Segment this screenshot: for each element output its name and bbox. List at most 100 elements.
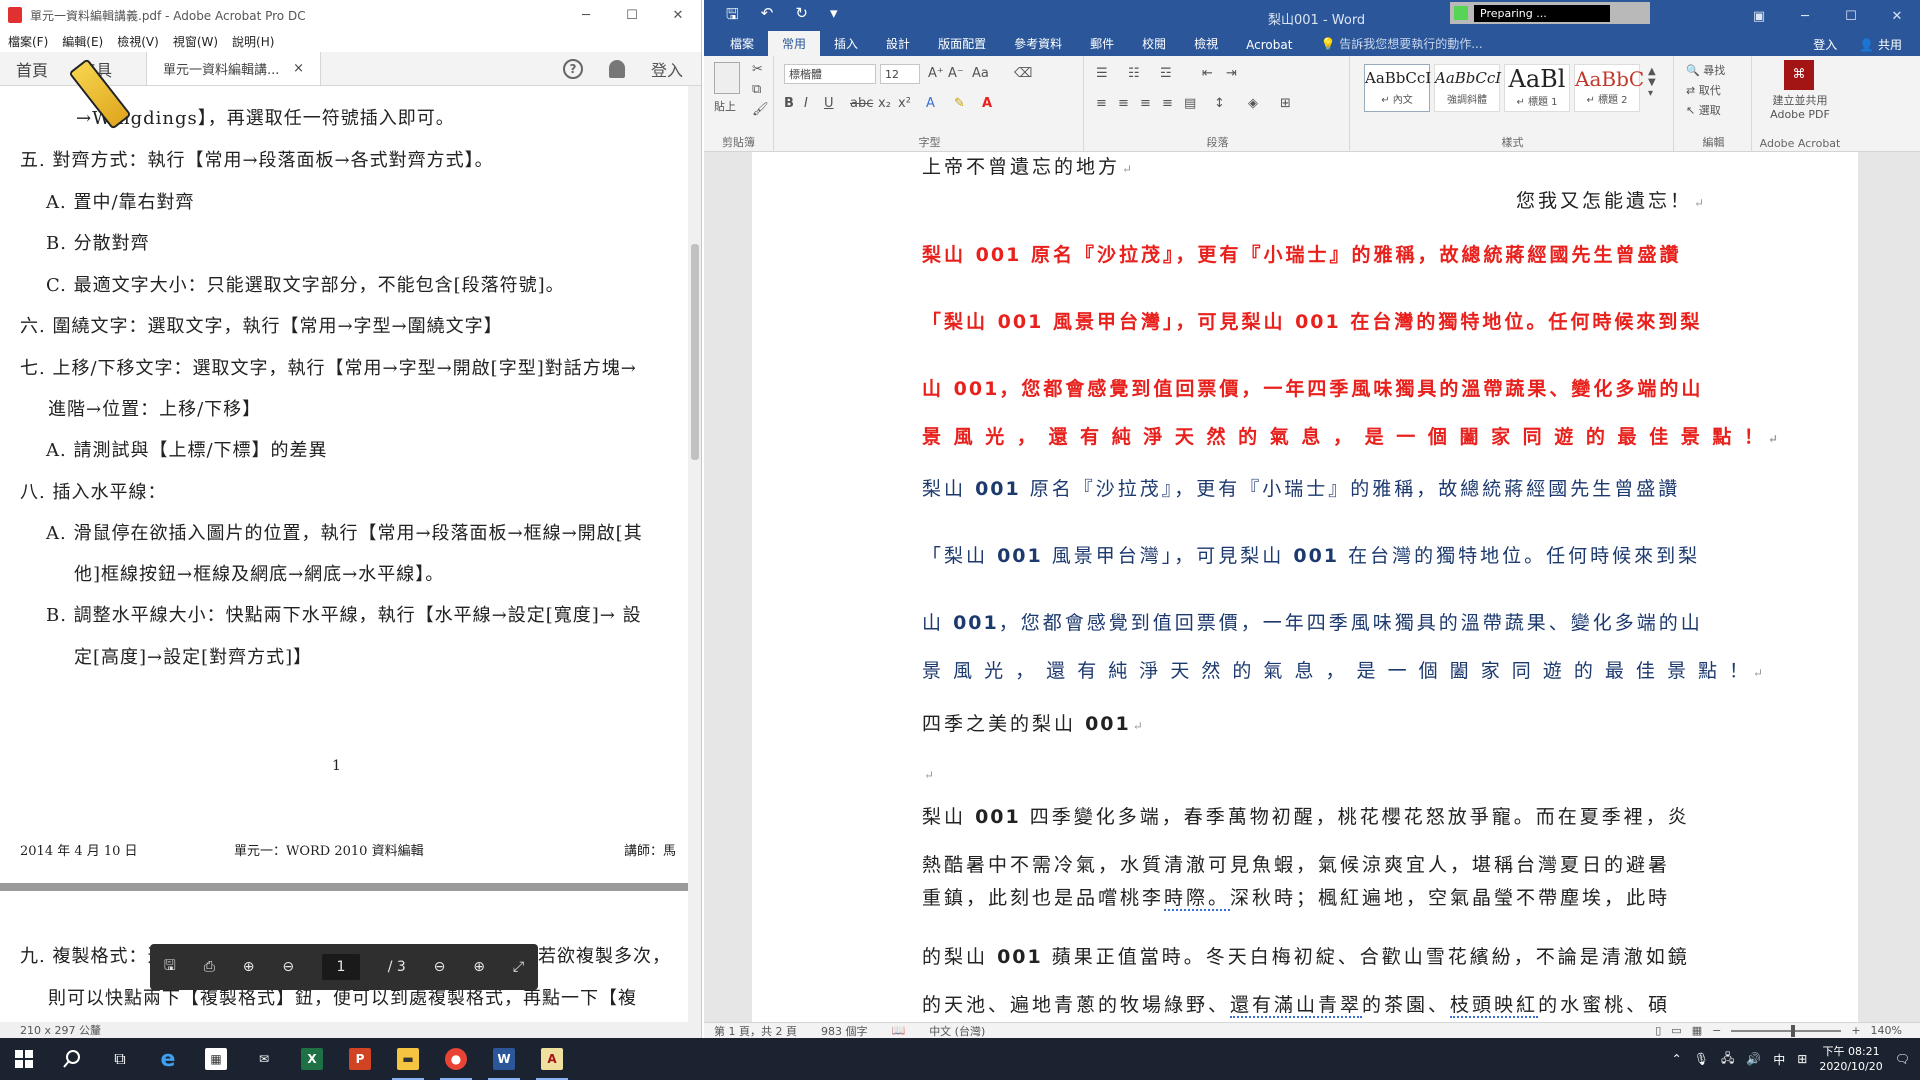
cut-icon[interactable]: ✂ [752,62,763,77]
clear-format-icon[interactable]: ⌫ [1014,66,1032,81]
close-button[interactable]: ✕ [1874,9,1920,24]
font-name-select[interactable]: 標楷體 [784,64,876,84]
input-method-icon[interactable]: ⊞ [1797,1052,1807,1066]
notification-bell-icon[interactable] [608,59,625,78]
adobe-pdf-icon[interactable]: ⌘ [1784,60,1814,90]
change-case-icon[interactable]: Aa [972,66,989,81]
network-icon[interactable]: 🖧 [1721,1049,1734,1070]
italic-icon[interactable]: I [804,96,808,111]
numbering-icon[interactable]: ☷ [1128,66,1140,81]
align-right-icon[interactable]: ≡ [1140,96,1151,111]
font-color-icon[interactable]: A [982,96,992,111]
fit-page-icon[interactable]: ⤢ [513,959,524,975]
share-button[interactable]: 👤 共用 [1859,36,1902,53]
web-layout-icon[interactable]: ▦ [1692,1024,1702,1037]
shading-icon[interactable]: ◈ [1248,96,1258,111]
distribute-icon[interactable]: ▤ [1184,96,1196,111]
grow-font-icon[interactable]: A⁺ [928,66,944,81]
tab-view[interactable]: 檢視 [1180,31,1232,56]
tab-acrobat[interactable]: Acrobat [1232,34,1306,56]
tab-file[interactable]: 檔案 [716,31,768,56]
style-heading-2[interactable]: AaBbC ↵ 標題 2 [1574,64,1644,112]
scrollbar-thumb[interactable] [691,244,699,460]
menu-edit[interactable]: 編輯(E) [62,33,103,50]
zoom-level[interactable]: 140% [1871,1024,1902,1037]
edge-icon[interactable]: e [144,1038,192,1080]
show-hidden-icons-icon[interactable]: ⌃ [1672,1052,1682,1066]
tab-home[interactable]: 首頁 [0,52,64,85]
maximize-button[interactable]: ☐ [1828,9,1874,24]
read-mode-icon[interactable]: ▯ [1655,1024,1661,1037]
volume-icon[interactable]: 🔊 [1746,1052,1761,1066]
menu-window[interactable]: 視窗(W) [173,33,218,50]
tab-review[interactable]: 校閱 [1128,31,1180,56]
tab-document[interactable]: 單元一資料編輯講... × [146,52,322,85]
increase-indent-icon[interactable]: ⇥ [1226,66,1237,81]
replace-button[interactable]: ⇄ 取代 [1686,82,1721,98]
justify-icon[interactable]: ≡ [1162,96,1173,111]
create-pdf-button[interactable]: 建立並共用 Adobe PDF [1764,92,1836,121]
previous-page-icon[interactable]: ⊕ [243,959,255,975]
signin-link[interactable]: 登入 [651,57,683,81]
select-button[interactable]: ↖ 選取 [1686,102,1721,118]
print-icon[interactable]: ⎙ [204,959,215,975]
maximize-button[interactable]: ☐ [609,0,655,30]
redo-icon[interactable]: ↻ [795,4,808,29]
zoom-in-icon[interactable]: + [1851,1024,1860,1037]
task-view-icon[interactable]: ⧉ [96,1038,144,1080]
search-icon[interactable] [48,1038,96,1080]
align-center-icon[interactable]: ≡ [1118,96,1129,111]
page-number-input[interactable]: 1 [321,954,360,980]
language-indicator[interactable]: 中文 (台灣) [929,1023,985,1039]
help-icon[interactable]: ? [562,58,583,79]
text-effect-icon[interactable]: A [926,96,935,111]
format-painter-icon[interactable]: 🖌 [752,102,769,117]
pdf-vertical-scrollbar[interactable] [688,86,701,1022]
tell-me-search[interactable]: 💡 告訴我您想要執行的動作... [1306,31,1496,56]
chrome-icon[interactable]: ● [432,1038,480,1080]
strikethrough-icon[interactable]: abc [850,96,873,111]
align-left-icon[interactable]: ≡ [1096,96,1107,111]
customize-qat-icon[interactable]: ▾ [830,4,838,29]
print-layout-icon[interactable]: ▭ [1671,1024,1681,1037]
copy-icon[interactable]: ⧉ [752,82,761,97]
save-icon[interactable]: 🖫 [726,4,739,29]
word-count[interactable]: 983 個字 [821,1023,868,1039]
tab-close-icon[interactable]: × [293,61,304,76]
superscript-icon[interactable]: x² [898,96,911,111]
decrease-indent-icon[interactable]: ⇤ [1202,66,1213,81]
powerpoint-icon[interactable]: P [336,1038,384,1080]
proofing-icon[interactable]: 📖 [891,1024,905,1037]
minimize-button[interactable]: ─ [1782,9,1828,24]
tab-home[interactable]: 常用 [768,31,821,56]
tab-mailings[interactable]: 郵件 [1076,31,1128,56]
tab-insert[interactable]: 插入 [820,31,872,56]
paste-label[interactable]: 貼上 [714,98,736,114]
line-spacing-icon[interactable]: ↕ [1214,96,1225,111]
subscript-icon[interactable]: x₂ [878,96,891,111]
bold-icon[interactable]: B [784,96,794,111]
tab-layout[interactable]: 版面配置 [924,31,1000,56]
ime-indicator[interactable]: 中 [1773,1051,1785,1068]
start-button[interactable] [0,1038,48,1080]
zoom-in-icon[interactable]: ⊕ [473,959,485,975]
minimize-button[interactable]: ─ [563,0,609,30]
undo-icon[interactable]: ↶ [761,4,774,29]
highlight-icon[interactable]: ✎ [954,96,965,111]
word-vertical-scrollbar[interactable] [1904,152,1920,1022]
file-explorer-icon[interactable]: ▬ [384,1038,432,1080]
zoom-out-icon[interactable]: − [1712,1024,1721,1037]
signin-link[interactable]: 登入 [1813,36,1837,53]
style-emphasis[interactable]: AaBbCcI 強調斜體 [1434,64,1501,112]
find-button[interactable]: 🔍 尋找 [1686,62,1725,78]
styles-more-icon[interactable]: ▲ ▼ ▾ [1648,66,1656,99]
close-button[interactable]: ✕ [655,0,701,30]
acrobat-taskbar-icon[interactable]: A [528,1038,576,1080]
save-icon[interactable]: 🖫 [164,955,176,979]
paste-icon[interactable] [714,62,740,94]
ribbon-display-icon[interactable]: ▣ [1736,9,1782,24]
word-icon[interactable]: W [480,1038,528,1080]
page-count[interactable]: 第 1 頁，共 2 頁 [714,1023,797,1039]
tab-design[interactable]: 設計 [872,31,924,56]
next-page-icon[interactable]: ⊖ [282,959,294,975]
